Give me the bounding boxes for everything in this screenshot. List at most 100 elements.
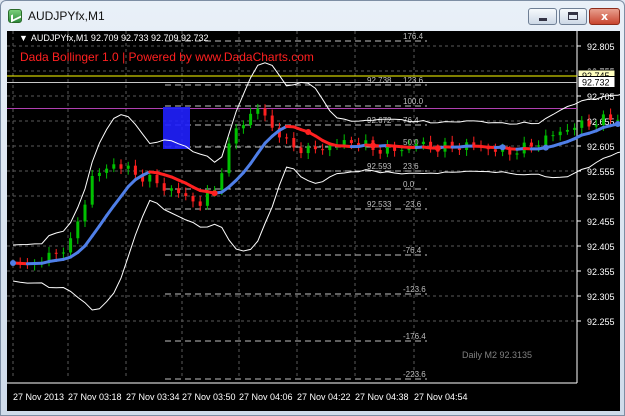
candle-body	[234, 128, 238, 144]
middle-band-segment	[234, 171, 245, 182]
candle-body	[184, 193, 188, 197]
candle-body	[162, 183, 166, 191]
candle-body	[421, 141, 425, 145]
candle-body	[457, 148, 461, 150]
fib-level-label: 176.4	[403, 32, 424, 41]
price-tick-label: 92.355	[587, 267, 615, 277]
triangle-down-icon: ▼	[19, 33, 28, 43]
candle-body	[270, 115, 274, 128]
candle-body	[609, 114, 613, 120]
price-chart[interactable]: 92.80592.75592.70592.65592.60592.55592.5…	[7, 31, 620, 411]
candle-body	[169, 188, 173, 191]
fib-level-label: -23.6	[403, 200, 422, 209]
chart-canvas[interactable]: 92.80592.75592.70592.65592.60592.55592.5…	[7, 31, 620, 411]
candle-body	[220, 173, 224, 190]
close-icon: x	[600, 10, 609, 23]
candle-body	[97, 172, 101, 176]
time-tick-label: 27 Nov 04:06	[239, 392, 293, 402]
candle-body	[69, 238, 73, 253]
candle-body	[76, 221, 80, 239]
candle-body	[249, 113, 253, 126]
middle-band-segment	[90, 224, 101, 238]
candle-body	[198, 201, 202, 206]
middle-band-segment	[249, 151, 260, 166]
candle-body	[292, 138, 296, 148]
candle-body	[328, 145, 332, 151]
price-tick-label: 92.305	[587, 292, 615, 302]
chart-app-icon	[8, 9, 22, 23]
band-signal-dot	[434, 145, 441, 152]
price-tick-label: 92.255	[587, 317, 615, 327]
candle-body	[112, 164, 116, 169]
daily-level-label: Daily M2 92.3135	[462, 350, 532, 360]
candle-body	[263, 108, 267, 116]
middle-band-segment	[263, 134, 274, 145]
candle-body	[227, 143, 231, 174]
candle-body	[285, 137, 289, 139]
candle-body	[594, 125, 598, 127]
middle-band-segment	[83, 234, 94, 248]
time-tick-label: 27 Nov 03:18	[68, 392, 122, 402]
fib-price-label: 92.533	[367, 200, 392, 209]
middle-band-segment	[112, 194, 123, 208]
lower-bollinger-band	[12, 151, 620, 311]
fib-level-label: 123.6	[403, 76, 424, 85]
candle-body	[580, 120, 584, 128]
candle-body	[414, 144, 418, 147]
candle-body	[148, 174, 152, 182]
candle-body	[313, 146, 317, 150]
time-tick-label: 27 Nov 03:34	[126, 392, 180, 402]
candle-body	[565, 129, 569, 132]
price-tick-label: 92.505	[587, 192, 615, 202]
time-tick-label: 27 Nov 04:38	[355, 392, 409, 402]
title-bar[interactable]: AUDJPYfx,M1 x	[1, 1, 624, 31]
candle-body	[551, 135, 555, 137]
middle-band-segment	[126, 178, 137, 189]
candle-body	[544, 135, 548, 146]
minimize-button[interactable]	[528, 8, 557, 25]
fib-level-label: 0.0	[403, 180, 415, 189]
candle-body	[321, 149, 325, 151]
candle-body	[126, 165, 130, 169]
candle-body	[177, 188, 181, 194]
price-tick-label: 92.405	[587, 242, 615, 252]
middle-band-segment	[256, 141, 267, 155]
time-tick-label: 27 Nov 04:22	[297, 392, 351, 402]
candle-body	[378, 150, 382, 154]
symbol-info: ▼ AUDJPYfx,M1 92.709 92.733 92.709 92.732	[19, 33, 209, 43]
close-button[interactable]: x	[589, 8, 620, 25]
symbol-quote: AUDJPYfx,M1 92.709 92.733 92.709 92.732	[30, 33, 209, 43]
app-window: AUDJPYfx,M1 x 92.80592.75592.70592.65592…	[0, 0, 625, 416]
candle-body	[299, 147, 303, 154]
candle-body	[573, 127, 577, 130]
fib-price-label: 92.738	[367, 76, 392, 85]
candle-body	[385, 145, 389, 154]
candle-body	[133, 165, 137, 175]
candle-body	[83, 204, 87, 222]
candle-body	[349, 140, 353, 144]
candle-body	[54, 252, 58, 254]
candle-body	[342, 140, 346, 145]
price-tick-label: 92.605	[587, 142, 615, 152]
band-signal-dot	[499, 144, 506, 151]
middle-band-segment	[105, 204, 116, 218]
fib-level-label: 23.6	[403, 162, 419, 171]
fib-level-label: -123.6	[403, 285, 426, 294]
candle-body	[191, 196, 195, 202]
band-signal-dot	[542, 144, 549, 151]
candle-body	[61, 252, 65, 254]
candle-body	[601, 114, 605, 126]
band-signal-dot	[305, 128, 312, 135]
fib-price-label: 92.593	[367, 162, 392, 171]
candle-body	[241, 125, 245, 129]
middle-band-segment	[119, 185, 130, 198]
candle-body	[119, 164, 123, 169]
band-signal-dot	[211, 190, 218, 197]
maximize-icon	[568, 12, 578, 20]
candle-body	[493, 149, 497, 152]
maximize-button[interactable]	[559, 8, 587, 25]
price-tick-label: 92.805	[587, 42, 615, 52]
candle-body	[529, 142, 533, 147]
current-price-label: 92.732	[582, 78, 610, 88]
time-tick-label: 27 Nov 2013	[13, 392, 64, 402]
